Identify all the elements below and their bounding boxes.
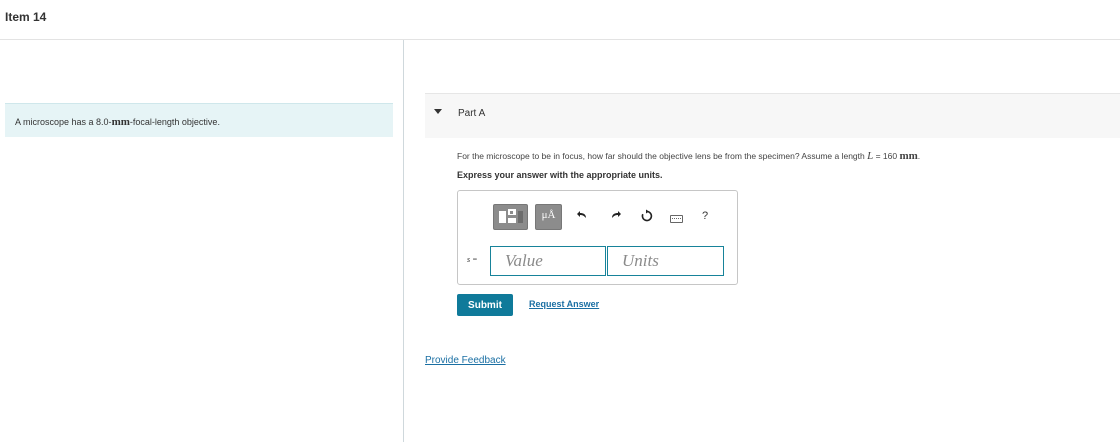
request-answer-link[interactable]: Request Answer bbox=[529, 299, 599, 309]
redo-icon[interactable] bbox=[608, 209, 624, 225]
reset-icon[interactable] bbox=[639, 209, 655, 225]
item-header: Item 14 bbox=[0, 0, 1120, 40]
units-button[interactable]: μÅ bbox=[535, 204, 562, 230]
part-label[interactable]: Part A bbox=[458, 108, 485, 119]
part-a-header[interactable]: Part A bbox=[425, 93, 1120, 138]
provide-feedback-link[interactable]: Provide Feedback bbox=[425, 355, 506, 366]
problem-intro: A microscope has a 8.0-mm-focal-length o… bbox=[5, 103, 393, 137]
answer-variable-label: s = bbox=[467, 255, 478, 264]
help-icon[interactable]: ? bbox=[702, 210, 708, 222]
answer-box: μÅ ? s = bbox=[457, 190, 738, 285]
question-text-before: For the microscope to be in focus, how f… bbox=[457, 151, 868, 161]
question-text-after: . bbox=[917, 151, 921, 161]
caret-down-icon[interactable] bbox=[434, 109, 442, 114]
instruction-text: Express your answer with the appropriate… bbox=[457, 170, 663, 180]
submit-button[interactable]: Submit bbox=[457, 294, 513, 316]
column-divider bbox=[403, 40, 404, 442]
units-button-label: μÅ bbox=[541, 209, 556, 221]
intro-text-after: -focal-length objective. bbox=[129, 117, 220, 127]
question-text-middle: = 160 bbox=[873, 151, 900, 161]
keyboard-icon[interactable] bbox=[670, 215, 683, 223]
question-unit: mm bbox=[899, 150, 918, 162]
question-text: For the microscope to be in focus, how f… bbox=[457, 150, 920, 162]
value-input[interactable] bbox=[490, 246, 606, 276]
intro-unit: mm bbox=[111, 116, 130, 128]
templates-button[interactable] bbox=[493, 204, 528, 230]
templates-icon bbox=[499, 209, 523, 223]
item-title: Item 14 bbox=[5, 10, 47, 24]
undo-icon[interactable] bbox=[574, 209, 590, 225]
intro-text-before: A microscope has a 8.0- bbox=[15, 117, 112, 127]
units-input[interactable] bbox=[607, 246, 724, 276]
